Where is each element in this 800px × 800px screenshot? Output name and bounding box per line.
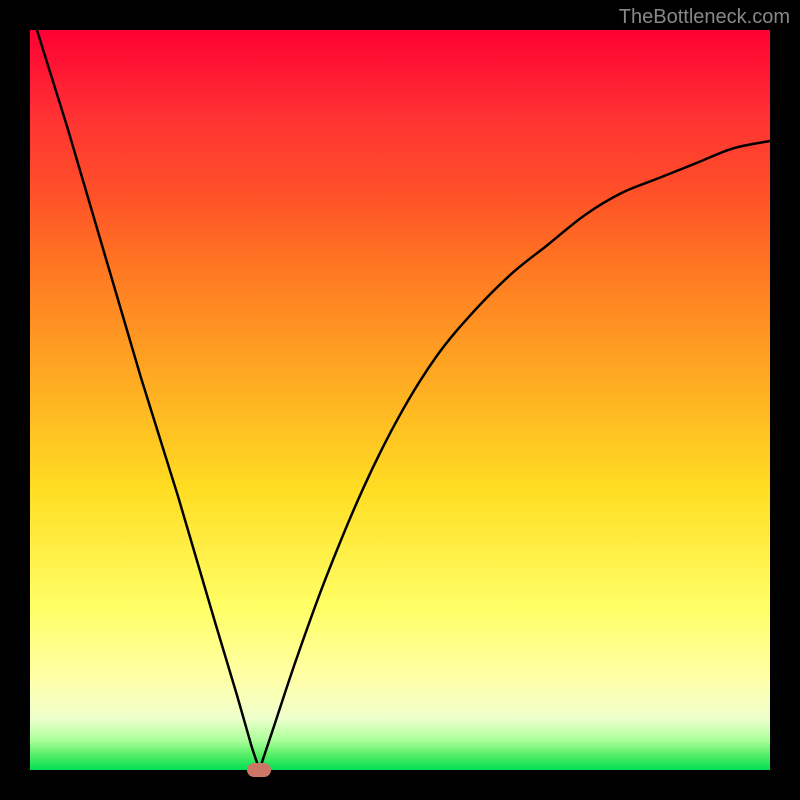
minimum-marker: [247, 763, 271, 777]
chart-frame: TheBottleneck.com: [0, 0, 800, 800]
watermark-text: TheBottleneck.com: [619, 6, 790, 29]
bottleneck-curve: [30, 30, 770, 770]
plot-area: [30, 30, 770, 770]
